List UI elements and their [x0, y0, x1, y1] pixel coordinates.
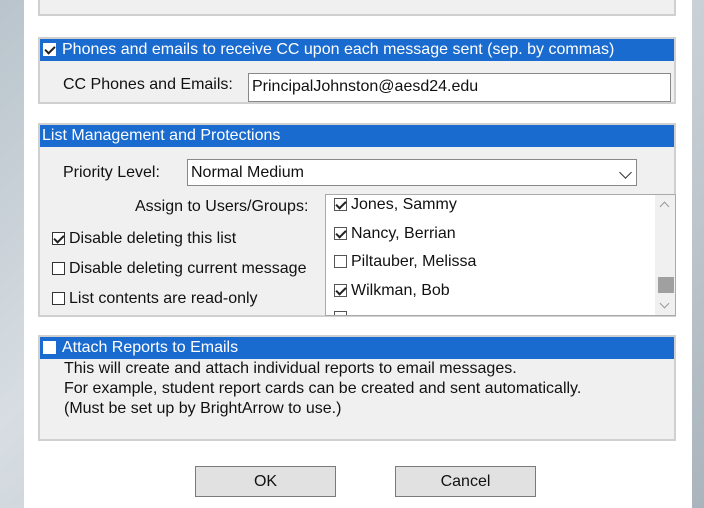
user-checkbox[interactable] [334, 198, 347, 212]
list-management-title: List Management and Protections [42, 127, 281, 144]
reports-description-line: For example, student report cards can be… [64, 380, 582, 397]
option-disable-delete-list[interactable]: Disable deleting this list [52, 230, 236, 248]
ok-button[interactable]: OK [195, 466, 336, 497]
user-item-piltauber[interactable]: Piltauber, Melissa [334, 253, 476, 271]
attach-reports-header: Attach Reports to Emails [40, 337, 674, 359]
cc-section-title: Phones and emails to receive CC upon eac… [62, 41, 615, 58]
option-checkbox[interactable] [52, 292, 65, 306]
user-item-wilkman[interactable]: Wilkman, Bob [334, 282, 450, 300]
list-management-header: List Management and Protections [40, 125, 674, 147]
option-checkbox[interactable] [52, 262, 65, 276]
cc-field-label: CC Phones and Emails: [63, 76, 233, 93]
assign-users-list[interactable]: Jones, Sammy Nancy, Berrian Piltauber, M… [325, 194, 676, 316]
attach-reports-title: Attach Reports to Emails [62, 339, 239, 356]
list-management-section: List Management and Protections Priority… [38, 123, 676, 317]
priority-level-select[interactable]: Normal Medium [187, 159, 637, 186]
user-checkbox[interactable] [334, 227, 347, 241]
user-name: Piltauber, Melissa [351, 253, 477, 270]
user-item-partial [334, 309, 351, 315]
option-label: Disable deleting current message [69, 260, 307, 277]
user-checkbox [334, 311, 347, 315]
chevron-down-icon[interactable] [619, 166, 632, 179]
user-item-nancy[interactable]: Nancy, Berrian [334, 225, 456, 243]
cc-section-header: Phones and emails to receive CC upon eac… [40, 39, 674, 61]
scroll-thumb[interactable] [658, 277, 674, 293]
priority-level-label: Priority Level: [63, 164, 160, 181]
scroll-up-icon[interactable] [659, 201, 670, 212]
option-read-only[interactable]: List contents are read-only [52, 290, 258, 308]
priority-level-value: Normal Medium [191, 164, 304, 181]
user-item-jones[interactable]: Jones, Sammy [334, 196, 457, 214]
cc-phones-emails-input[interactable]: PrincipalJohnston@aesd24.edu [248, 73, 671, 102]
cancel-button[interactable]: Cancel [395, 466, 536, 497]
attach-reports-checkbox[interactable] [43, 341, 56, 354]
cc-section: Phones and emails to receive CC upon eac… [38, 37, 676, 104]
cc-enable-checkbox[interactable] [43, 43, 56, 56]
attach-reports-section: Attach Reports to Emails This will creat… [38, 335, 676, 441]
user-checkbox[interactable] [334, 284, 347, 298]
users-list-scrollbar[interactable] [655, 195, 675, 315]
user-name: Wilkman, Bob [351, 282, 450, 299]
user-name: Jones, Sammy [351, 196, 457, 213]
option-label: Disable deleting this list [69, 230, 237, 247]
reports-description-line: This will create and attach individual r… [64, 360, 517, 377]
assign-users-label: Assign to Users/Groups: [135, 198, 309, 215]
option-disable-delete-message[interactable]: Disable deleting current message [52, 260, 306, 278]
user-name: Nancy, Berrian [351, 225, 456, 242]
reports-description-line: (Must be set up by BrightArrow to use.) [64, 400, 342, 417]
option-checkbox[interactable] [52, 232, 65, 246]
scroll-down-icon[interactable] [659, 298, 670, 309]
top-panel-partial [38, 0, 676, 16]
user-checkbox[interactable] [334, 255, 347, 269]
option-label: List contents are read-only [69, 290, 258, 307]
